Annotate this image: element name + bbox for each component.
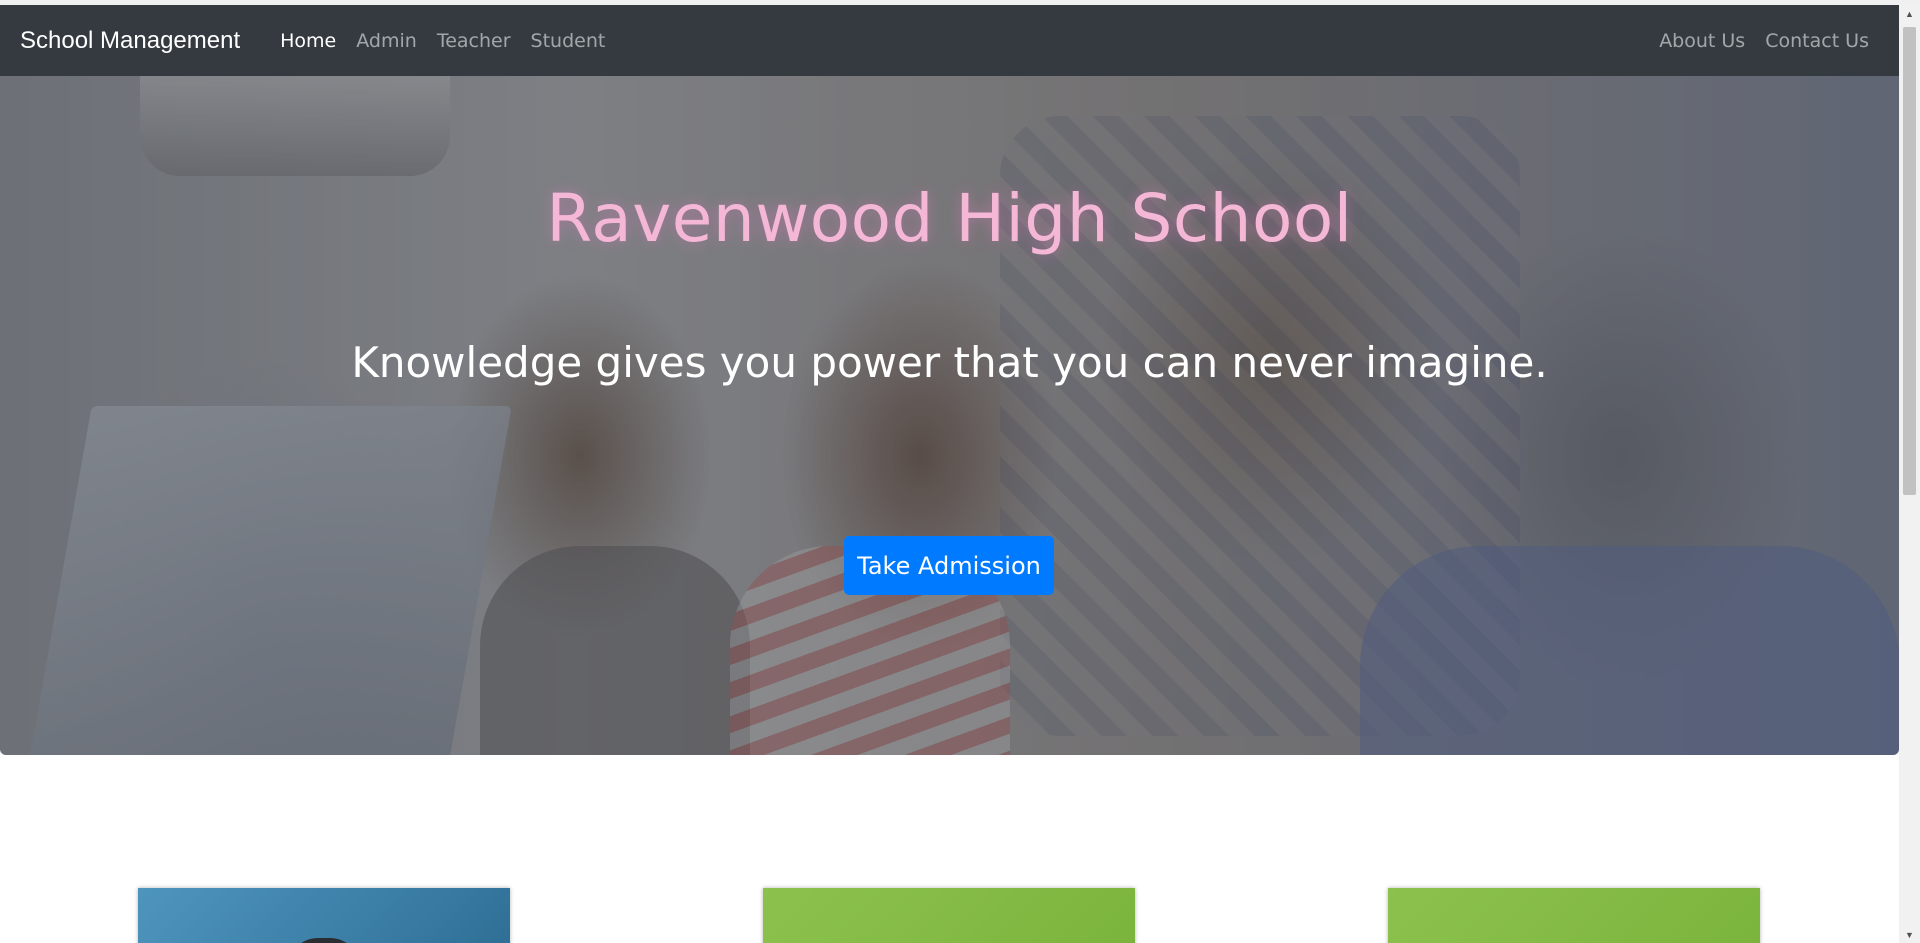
navbar-brand[interactable]: School Management bbox=[20, 27, 240, 55]
nav-link-about-us[interactable]: About Us bbox=[1649, 30, 1755, 52]
page-scrollbar[interactable]: ▲ ▼ bbox=[1899, 5, 1920, 943]
hero-title: Ravenwood High School bbox=[546, 180, 1353, 257]
triangle-down-icon[interactable]: ▼ bbox=[1899, 926, 1920, 943]
nav-left-links: Home Admin Teacher Student bbox=[270, 30, 615, 52]
nav-link-contact-us[interactable]: Contact Us bbox=[1755, 30, 1879, 52]
feature-card-2[interactable] bbox=[763, 888, 1135, 943]
navbar: School Management Home Admin Teacher Stu… bbox=[0, 5, 1899, 76]
nav-link-teacher[interactable]: Teacher bbox=[427, 30, 521, 52]
nav-link-student[interactable]: Student bbox=[521, 30, 616, 52]
nav-link-admin[interactable]: Admin bbox=[346, 30, 427, 52]
nav-link-home[interactable]: Home bbox=[270, 30, 346, 52]
feature-card-1[interactable] bbox=[138, 888, 510, 943]
nav-right-links: About Us Contact Us bbox=[1649, 30, 1879, 52]
card-avatar bbox=[288, 938, 360, 943]
scrollbar-thumb[interactable] bbox=[1903, 27, 1916, 495]
take-admission-button[interactable]: Take Admission bbox=[844, 536, 1054, 595]
hero-banner: Ravenwood High School Knowledge gives yo… bbox=[0, 76, 1899, 755]
feature-card-3[interactable] bbox=[1388, 888, 1760, 943]
hero-subtitle: Knowledge gives you power that you can n… bbox=[351, 338, 1548, 387]
page: School Management Home Admin Teacher Stu… bbox=[0, 0, 1920, 943]
hero-overlay bbox=[0, 76, 1899, 755]
triangle-up-icon[interactable]: ▲ bbox=[1899, 5, 1920, 22]
